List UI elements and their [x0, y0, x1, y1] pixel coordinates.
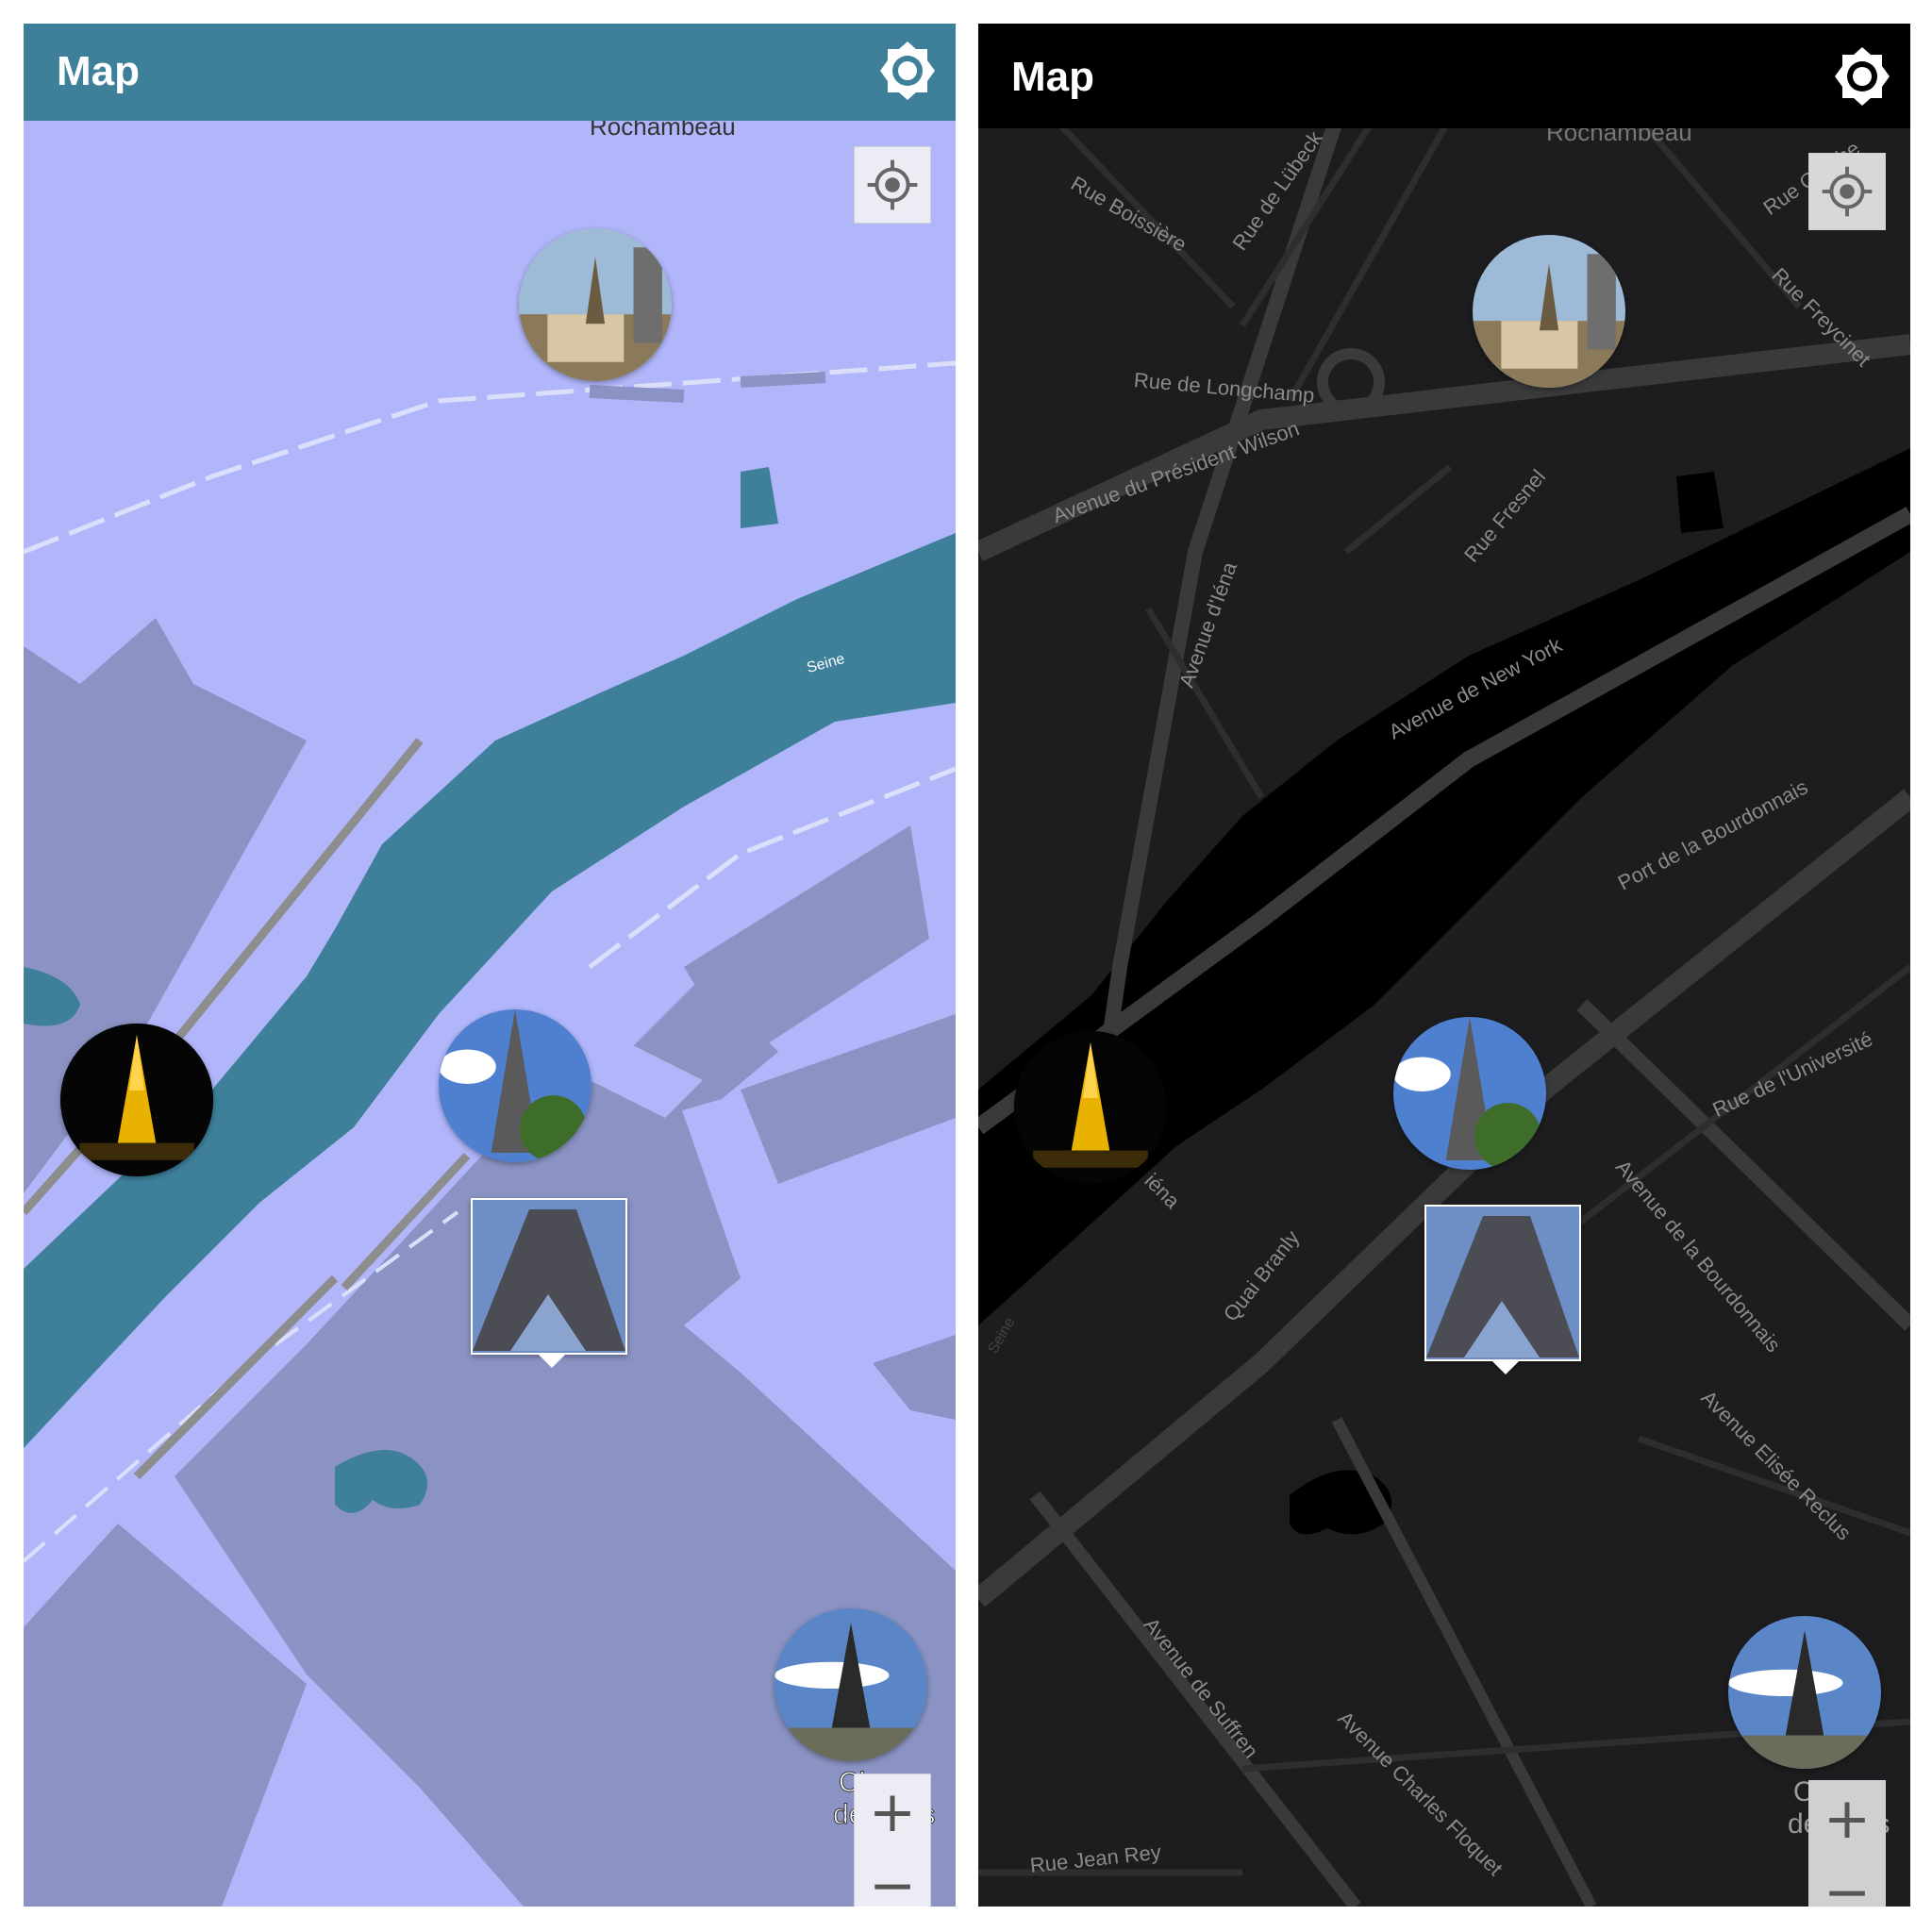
zoom-in-button[interactable]: + [1809, 1783, 1885, 1855]
photo-marker[interactable] [519, 228, 672, 381]
map-screen-light: Rochambeau Seine Map de + − [24, 24, 956, 1907]
photo-marker[interactable] [439, 1009, 591, 1162]
map-screen-dark: Rochambeau Rue Boissière Rue de Lübeck R… [978, 24, 1910, 1907]
photo-marker-selected[interactable] [471, 1198, 627, 1368]
zoom-in-button[interactable]: + [855, 1776, 930, 1848]
map-block [684, 825, 929, 1061]
photo-marker[interactable] [1014, 1031, 1167, 1184]
photo-marker[interactable] [1473, 235, 1625, 388]
road-minor [1343, 464, 1453, 555]
road-grey [740, 372, 826, 388]
marker-pointer [1492, 1361, 1519, 1374]
zoom-control: + − [854, 1774, 931, 1907]
app-bar-title: Map [1011, 54, 1094, 100]
photo-marker-selected[interactable] [1424, 1205, 1581, 1374]
app-bar: Map [978, 24, 1910, 128]
brightness-icon[interactable] [1831, 45, 1893, 108]
road-grey [589, 385, 685, 403]
my-location-icon [1822, 166, 1873, 217]
pond [1676, 472, 1724, 533]
photo-marker[interactable] [774, 1608, 927, 1761]
zoom-out-button[interactable]: − [1809, 1857, 1885, 1907]
app-bar: Map [24, 24, 956, 121]
photo-marker[interactable] [1393, 1017, 1546, 1170]
app-bar-title: Map [57, 48, 140, 94]
photo-marker[interactable] [1728, 1616, 1881, 1769]
my-location-button[interactable] [1808, 153, 1886, 230]
marker-pointer [539, 1355, 565, 1368]
zoom-out-button[interactable]: − [855, 1850, 930, 1907]
pond [741, 467, 778, 528]
map-block [873, 1335, 956, 1420]
my-location-icon [867, 159, 918, 210]
zoom-control: + − [1808, 1780, 1886, 1907]
brightness-icon[interactable] [876, 40, 939, 102]
road-line [24, 360, 956, 555]
my-location-button[interactable] [854, 146, 931, 224]
photo-marker[interactable] [60, 1024, 213, 1176]
